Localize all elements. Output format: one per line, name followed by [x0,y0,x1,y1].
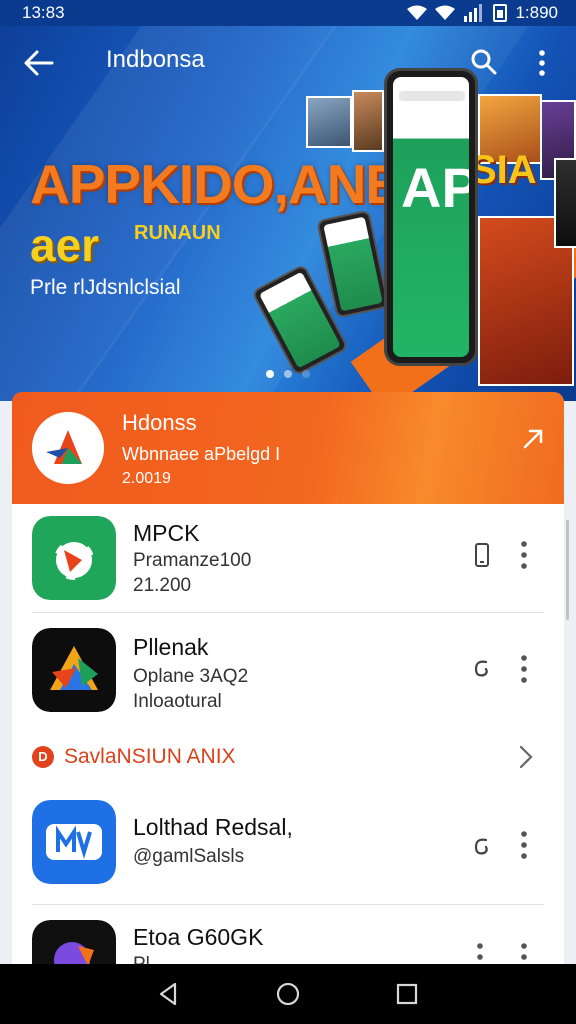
back-arrow-icon[interactable] [22,48,56,78]
status-battery-text: 1:890 [515,3,558,22]
app-name: Lolthad Redsal, [133,814,293,840]
app-detail: Inloaotural [133,691,222,712]
more-vert-icon[interactable] [518,942,530,964]
phone-icon[interactable] [470,542,494,568]
scrollbar[interactable] [566,520,569,620]
app-detail: 21.200 [133,575,192,596]
hero-subheadline-small: RUNAUN [134,222,221,244]
swirl-icon[interactable] [470,834,494,860]
carousel-indicator[interactable] [266,370,310,378]
more-vert-icon[interactable] [530,48,554,78]
app-detail: Pramanze100 [133,550,252,571]
featured-app-meta: 2.0019 [122,470,171,487]
list-item[interactable]: Pllenak Oplane 3AQ2 Inloaotural [12,624,564,728]
app-icon-pllenak [32,628,116,712]
cell-signal-icon [464,4,483,22]
featured-app-subtitle: Wbnnaee aPbelgd I [122,444,281,464]
divider [32,612,544,613]
app-detail: Pl... [133,954,166,964]
featured-app-title: Hdonss [122,410,197,435]
carousel-dot[interactable] [266,370,274,378]
featured-app-card[interactable]: Hdonss Wbnnaee aPbelgd I 2.0019 [12,392,564,504]
hero-headline-tail: SIA [470,148,537,192]
status-icons: 1:890 [407,3,558,23]
promo-photo [352,90,384,152]
app-icon-mv [32,800,116,884]
status-time: 13:83 [22,3,65,22]
carousel-dot[interactable] [284,370,292,378]
list-item[interactable]: MPCK Pramanze100 21.200 [12,514,564,618]
app-bar: Indbonsa [0,26,576,98]
hero-headline: APPKIDO,ANE [30,153,402,215]
app-name: Pllenak [133,634,209,660]
swirl-icon[interactable] [470,656,494,682]
app-name: MPCK [133,520,200,546]
wifi-icon [407,5,428,20]
more-vert-icon[interactable] [518,830,530,860]
app-icon-mpck [32,516,116,600]
featured-app-logo-icon [32,412,104,484]
app-list: MPCK Pramanze100 21.200 Pllenak Oplane 3… [12,504,564,964]
more-vert-icon[interactable] [518,540,530,570]
list-item[interactable]: Etoa G60GK Pl... [12,916,564,964]
expand-arrow-icon[interactable] [522,428,544,450]
section-badge-icon: D [32,746,54,768]
signal-wifi-icon [435,5,456,20]
hero-tagline: Prle rlJdsnlclsial [30,276,181,299]
app-name: Etoa G60GK [133,924,264,950]
carousel-dot[interactable] [302,370,310,378]
nav-home-icon[interactable] [274,980,302,1008]
nav-recents-icon[interactable] [393,980,421,1008]
phone-search-bar [399,91,465,101]
page-title: Indbonsa [106,46,205,73]
search-icon[interactable] [470,48,498,76]
hero-banner[interactable]: Indbonsa APPKIDO,ANE SIA aer RUNAUN Prle… [0,26,576,401]
app-detail: @gamlSalsls [133,846,245,867]
system-nav-bar [0,964,576,1024]
list-item[interactable]: Lolthad Redsal, @gamlSalsls [12,796,564,900]
promo-phone-photo [554,158,576,248]
divider [32,904,544,905]
more-vert-icon[interactable] [474,942,486,964]
promo-phone-screen: AP [393,77,469,357]
chevron-right-icon[interactable] [518,744,534,770]
app-detail: Oplane 3AQ2 [133,666,249,687]
status-bar: 13:83 1:890 [0,0,576,26]
promo-phone: AP [384,68,478,366]
app-icon-etoa [32,920,116,964]
more-vert-icon[interactable] [518,654,530,684]
section-header[interactable]: D SavlaNSIUN ANIX [12,730,564,782]
promo-phone-text: AP [401,156,469,219]
section-title: SavlaNSIUN ANIX [64,745,236,768]
hero-subheadline: aer [30,219,100,271]
battery-icon [493,4,508,22]
nav-back-icon[interactable] [155,980,183,1008]
promo-photo [306,96,352,148]
